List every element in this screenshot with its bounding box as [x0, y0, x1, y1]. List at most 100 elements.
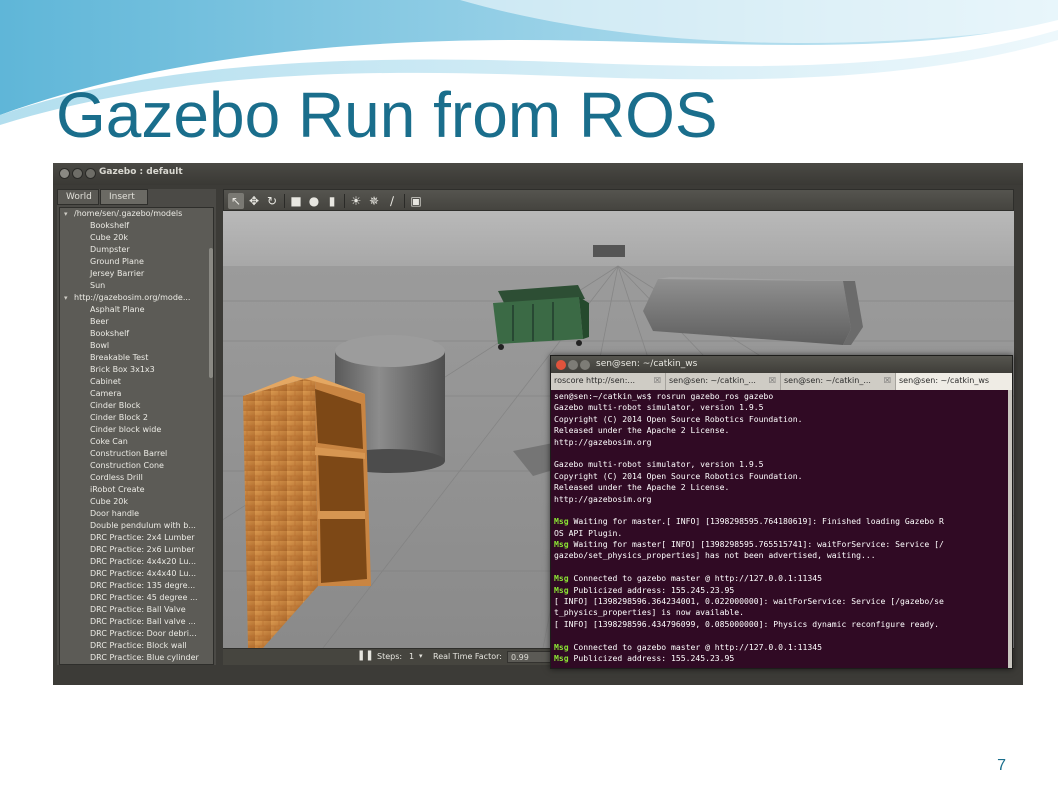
- terminal-window[interactable]: sen@sen: ~/catkin_ws roscore http://sen:…: [550, 355, 1013, 669]
- tree-item-label: DRC Practice: Ball valve ...: [90, 617, 196, 626]
- tree-item[interactable]: DRC Practice: 4x4x40 Lu...: [60, 568, 213, 580]
- terminal-minimize-button[interactable]: [568, 360, 578, 370]
- tree-item[interactable]: Camera: [60, 388, 213, 400]
- tree-item[interactable]: Coke Can: [60, 436, 213, 448]
- window-maximize-button[interactable]: [85, 168, 96, 179]
- terminal-tab-1[interactable]: roscore http://sen:... ☒: [551, 373, 666, 390]
- terminal-scrollbar[interactable]: [1008, 390, 1012, 668]
- tree-item-label: Cordless Drill: [90, 473, 143, 482]
- tree-item[interactable]: Ground Plane: [60, 256, 213, 268]
- tree-item-label: DRC Practice: Ball Valve: [90, 605, 186, 614]
- tab-world[interactable]: World: [57, 189, 99, 205]
- rotate-icon[interactable]: ↻: [264, 193, 280, 209]
- terminal-line-text: Gazebo multi-robot simulator, version 1.…: [554, 459, 764, 470]
- screenshot-icon[interactable]: ▣: [408, 193, 424, 209]
- tree-item[interactable]: Double pendulum with b...: [60, 520, 213, 532]
- terminal-tab-3[interactable]: sen@sen: ~/catkin_... ☒: [781, 373, 896, 390]
- msg-tag: Msg: [554, 539, 569, 550]
- terminal-tab-label: sen@sen: ~/catkin_...: [784, 376, 871, 385]
- cylinder-shape-icon[interactable]: ▮: [324, 193, 340, 209]
- expand-arrow-icon[interactable]: ▾: [64, 292, 74, 304]
- terminal-output[interactable]: sen@sen:~/catkin_ws$ rosrun gazebo_ros g…: [551, 390, 1012, 668]
- tree-item[interactable]: DRC Practice: 2x4 Lumber: [60, 532, 213, 544]
- tree-item[interactable]: Asphalt Plane: [60, 304, 213, 316]
- tree-item-label: Bookshelf: [90, 221, 130, 230]
- tree-item[interactable]: DRC Practice: 135 degre...: [60, 580, 213, 592]
- tree-item[interactable]: Bowl: [60, 340, 213, 352]
- tree-item[interactable]: DRC Practice: Blue cylinder: [60, 652, 213, 664]
- terminal-close-button[interactable]: [556, 360, 566, 370]
- tree-item[interactable]: Dumpster: [60, 244, 213, 256]
- left-panel: World Insert ▾/home/sen/.gazebo/models Bo…: [57, 189, 216, 665]
- select-arrow-icon[interactable]: ↖: [228, 193, 244, 209]
- tree-item[interactable]: Bookshelf: [60, 328, 213, 340]
- tree-item[interactable]: Construction Cone: [60, 460, 213, 472]
- tree-item-label: Bowl: [90, 341, 110, 350]
- directional-light-icon[interactable]: ∕: [384, 193, 400, 209]
- tree-item[interactable]: DRC Practice: Ball valve ...: [60, 616, 213, 628]
- msg-tag: Msg: [554, 516, 569, 527]
- rtf-label: Real Time Factor:: [433, 652, 502, 661]
- sphere-shape-icon[interactable]: ●: [306, 193, 322, 209]
- terminal-line: Released under the Apache 2 License.: [554, 482, 1009, 493]
- tree-item[interactable]: iRobot Create: [60, 484, 213, 496]
- terminal-line-text: Publicized address: 155.245.23.95: [568, 584, 735, 595]
- tree-scrollbar[interactable]: [209, 248, 213, 378]
- terminal-line: Copyright (C) 2014 Open Source Robotics …: [554, 414, 1009, 425]
- terminal-line: t_physics_properties] is now available.: [554, 607, 1009, 618]
- tab-insert[interactable]: Insert: [100, 189, 148, 205]
- tree-item[interactable]: DRC Practice: 2x6 Lumber: [60, 544, 213, 556]
- tree-item[interactable]: Cordless Drill: [60, 472, 213, 484]
- tab-close-icon[interactable]: ☒: [884, 376, 891, 385]
- panel-splitter[interactable]: [217, 189, 221, 665]
- tree-item[interactable]: DRC Practice: Ball Valve: [60, 604, 213, 616]
- tab-close-icon[interactable]: ☒: [769, 376, 776, 385]
- tree-item[interactable]: Cube 20k: [60, 496, 213, 508]
- window-close-button[interactable]: [59, 168, 70, 179]
- tree-item[interactable]: Jersey Barrier: [60, 268, 213, 280]
- tree-item[interactable]: Breakable Test: [60, 352, 213, 364]
- tree-item-label: Cabinet: [90, 377, 121, 386]
- tree-item[interactable]: Cabinet: [60, 376, 213, 388]
- tree-item[interactable]: DRC Practice: 45 degree ...: [60, 592, 213, 604]
- toolbar-separator: [404, 194, 405, 208]
- model-tree[interactable]: ▾/home/sen/.gazebo/models Bookshelf Cube 2…: [59, 207, 214, 665]
- translate-icon[interactable]: ✥: [246, 193, 262, 209]
- tree-item[interactable]: Sun: [60, 280, 213, 292]
- distant-block[interactable]: [593, 245, 625, 257]
- steps-dropdown-icon[interactable]: ▾: [419, 652, 423, 660]
- terminal-tab-4[interactable]: sen@sen: ~/catkin_ws: [896, 373, 1012, 390]
- terminal-line-text: Copyright (C) 2014 Open Source Robotics …: [554, 413, 803, 424]
- toolbar-separator: [284, 194, 285, 208]
- tree-folder[interactable]: ▾/home/sen/.gazebo/models: [60, 208, 213, 220]
- terminal-line: Msg Connected to gazebo master @ http://…: [554, 573, 1009, 584]
- steps-value[interactable]: 1: [409, 652, 414, 661]
- window-minimize-button[interactable]: [72, 168, 83, 179]
- point-light-icon[interactable]: ☀: [348, 193, 364, 209]
- tree-item[interactable]: Door handle: [60, 508, 213, 520]
- tab-close-icon[interactable]: ☒: [654, 376, 661, 385]
- tree-item[interactable]: Cinder block wide: [60, 424, 213, 436]
- tree-item[interactable]: Construction Barrel: [60, 448, 213, 460]
- terminal-maximize-button[interactable]: [580, 360, 590, 370]
- tree-item[interactable]: Cinder Block: [60, 400, 213, 412]
- tree-item[interactable]: DRC Practice: Door debri...: [60, 628, 213, 640]
- tree-item[interactable]: Cube 20k: [60, 232, 213, 244]
- tree-item[interactable]: DRC Practice: Block wall: [60, 640, 213, 652]
- spot-light-icon[interactable]: ✵: [366, 193, 382, 209]
- gazebo-window: Gazebo : default World Insert ▾/home/sen…: [53, 163, 1023, 685]
- tree-item[interactable]: Bookshelf: [60, 220, 213, 232]
- tree-item-label: http://gazebosim.org/mode...: [74, 293, 191, 302]
- tree-item-label: DRC Practice: 2x6 Lumber: [90, 545, 195, 554]
- tree-folder[interactable]: ▾ http://gazebosim.org/mode...: [60, 292, 213, 304]
- tree-item[interactable]: DRC Practice: 4x4x20 Lu...: [60, 556, 213, 568]
- box-shape-icon[interactable]: ■: [288, 193, 304, 209]
- tree-item[interactable]: Cinder Block 2: [60, 412, 213, 424]
- expand-arrow-icon[interactable]: ▾: [64, 208, 74, 220]
- pause-button[interactable]: ❚❚: [357, 650, 374, 661]
- tree-item[interactable]: Beer: [60, 316, 213, 328]
- terminal-tab-2[interactable]: sen@sen: ~/catkin_... ☒: [666, 373, 781, 390]
- tree-item[interactable]: Brick Box 3x1x3: [60, 364, 213, 376]
